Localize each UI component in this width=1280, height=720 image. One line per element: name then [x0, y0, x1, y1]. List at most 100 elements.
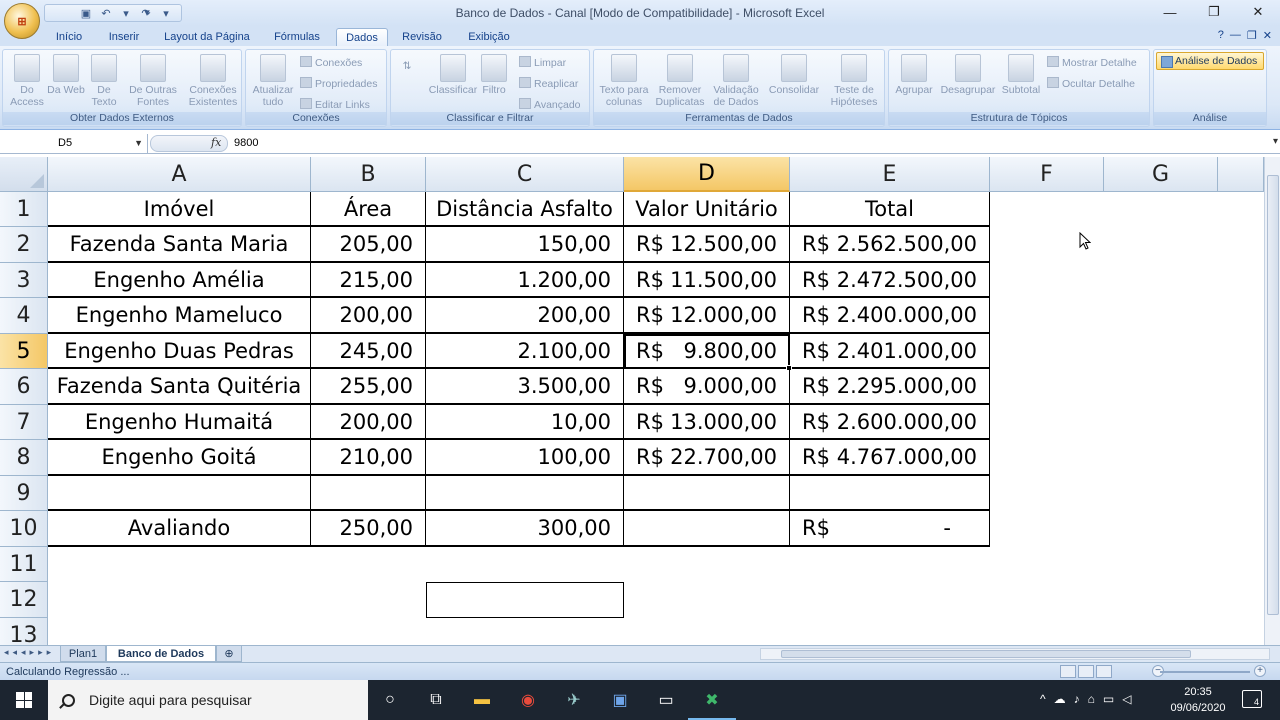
row-header-6[interactable]: 6: [0, 369, 48, 405]
de-texto-button[interactable]: De Texto: [85, 54, 123, 108]
tab-revisao[interactable]: Revisão: [396, 28, 448, 46]
limpar-button[interactable]: Limpar: [519, 55, 566, 71]
page-break-view-icon[interactable]: [1096, 665, 1112, 678]
insert-sheet-icon[interactable]: ⊕: [216, 646, 242, 662]
close-button[interactable]: ✕: [1238, 2, 1278, 22]
cell-c5[interactable]: 2.100,00: [426, 334, 624, 369]
mostrar-detalhe-button[interactable]: Mostrar Detalhe: [1047, 55, 1137, 71]
teste-de-hipoteses-button[interactable]: Teste de Hipóteses: [824, 54, 884, 108]
avancado-button[interactable]: Avançado: [519, 97, 581, 113]
agrupar-button[interactable]: Agrupar: [891, 54, 937, 96]
row-header-10[interactable]: 10: [0, 511, 48, 547]
row-header-7[interactable]: 7: [0, 405, 48, 440]
cell-b10[interactable]: 250,00: [311, 511, 426, 547]
cell-b7[interactable]: 200,00: [311, 405, 426, 440]
cell-d6[interactable]: R$ 9.000,00: [624, 369, 790, 405]
microphone-icon[interactable]: ♪: [1074, 692, 1080, 706]
cell-c7[interactable]: 10,00: [426, 405, 624, 440]
cell-a9[interactable]: [48, 476, 311, 511]
zoom-slider[interactable]: [1160, 671, 1250, 673]
restore-button[interactable]: ❐: [1194, 2, 1234, 22]
cell-a6[interactable]: Fazenda Santa Quitéria: [48, 369, 311, 405]
propriedades-button[interactable]: Propriedades: [300, 76, 377, 92]
row-header-8[interactable]: 8: [0, 440, 48, 476]
cell-a7[interactable]: Engenho Humaitá: [48, 405, 311, 440]
column-header-c[interactable]: C: [426, 157, 624, 192]
filtro-button[interactable]: Filtro: [479, 54, 509, 96]
cell-c8[interactable]: 100,00: [426, 440, 624, 476]
cell-d9[interactable]: [624, 476, 790, 511]
formula-input[interactable]: 9800: [234, 137, 258, 149]
consolidar-button[interactable]: Consolidar: [764, 54, 824, 96]
taskbar-clock[interactable]: 20:35 09/06/2020: [1166, 684, 1230, 716]
select-all-button[interactable]: [0, 157, 48, 192]
minimize-button[interactable]: —: [1150, 2, 1190, 22]
cell-d3[interactable]: R$ 11.500,00: [624, 263, 790, 298]
cell-e8[interactable]: R$ 4.767.000,00: [790, 440, 990, 476]
ribbon-close-icon[interactable]: ✕: [1263, 29, 1272, 42]
start-button[interactable]: [0, 680, 48, 720]
cloud-icon[interactable]: ☁: [1054, 692, 1066, 706]
row-header-5[interactable]: 5: [0, 334, 48, 369]
atualizar-tudo-button[interactable]: Atualizar tudo: [248, 54, 298, 108]
cell-c3[interactable]: 1.200,00: [426, 263, 624, 298]
cell-c12[interactable]: [426, 582, 624, 618]
vertical-scroll-thumb[interactable]: [1267, 175, 1279, 615]
ocultar-detalhe-button[interactable]: Ocultar Detalhe: [1047, 76, 1135, 92]
sheet-tab-plan1[interactable]: Plan1: [60, 646, 106, 662]
conexoes-button[interactable]: Conexões: [300, 55, 362, 71]
cell-c10[interactable]: 300,00: [426, 511, 624, 547]
row-header-12[interactable]: 12: [0, 582, 48, 618]
de-outras-fontes-button[interactable]: De Outras Fontes: [125, 54, 181, 108]
cell-a5[interactable]: Engenho Duas Pedras: [48, 334, 311, 369]
window-app-icon[interactable]: ▭: [654, 688, 678, 712]
cell-c9[interactable]: [426, 476, 624, 511]
file-explorer-icon[interactable]: ▬: [470, 688, 494, 712]
expand-formula-icon[interactable]: ▾: [1273, 136, 1278, 147]
cell-d2[interactable]: R$ 12.500,00: [624, 227, 790, 263]
cell-d8[interactable]: R$ 22.700,00: [624, 440, 790, 476]
cell-e9[interactable]: [790, 476, 990, 511]
insert-function-icon[interactable]: fx: [211, 136, 221, 149]
header-valor-unitario[interactable]: Valor Unitário: [624, 192, 790, 227]
taskbar-search-box[interactable]: Digite aqui para pesquisar: [48, 680, 368, 720]
cell-a3[interactable]: Engenho Amélia: [48, 263, 311, 298]
cell-a8[interactable]: Engenho Goitá: [48, 440, 311, 476]
normal-view-icon[interactable]: [1060, 665, 1076, 678]
help-icon[interactable]: ?: [1218, 29, 1224, 42]
row-header-2[interactable]: 2: [0, 227, 48, 263]
cortana-icon[interactable]: ○: [378, 688, 402, 712]
ribbon-minimize-icon[interactable]: —: [1230, 29, 1241, 42]
cell-c4[interactable]: 200,00: [426, 298, 624, 334]
cell-d7[interactable]: R$ 13.000,00: [624, 405, 790, 440]
ribbon-restore-icon[interactable]: ❐: [1247, 29, 1257, 42]
row-header-4[interactable]: 4: [0, 298, 48, 334]
sheet-navigation-icon[interactable]: ◂◂◂▸▸▸: [4, 647, 55, 658]
cell-a2[interactable]: Fazenda Santa Maria: [48, 227, 311, 263]
horizontal-scroll-thumb[interactable]: [781, 650, 1191, 658]
tab-formulas[interactable]: Fórmulas: [266, 28, 328, 46]
cell-e5[interactable]: R$ 2.401.000,00: [790, 334, 990, 369]
reaplicar-button[interactable]: Reaplicar: [519, 76, 578, 92]
notifications-icon[interactable]: 4: [1242, 690, 1262, 708]
app-icon[interactable]: ✈: [562, 688, 586, 712]
name-box[interactable]: D5 ▼: [0, 134, 148, 153]
excel-taskbar-icon[interactable]: ✖: [688, 688, 736, 720]
column-header-d[interactable]: D: [624, 157, 790, 192]
vertical-scrollbar[interactable]: [1264, 157, 1280, 645]
cell-b2[interactable]: 205,00: [311, 227, 426, 263]
row-header-9[interactable]: 9: [0, 476, 48, 511]
cell-b8[interactable]: 210,00: [311, 440, 426, 476]
cell-b5[interactable]: 245,00: [311, 334, 426, 369]
editar-links-button[interactable]: Editar Links: [300, 97, 370, 113]
row-header-1[interactable]: 1: [0, 192, 48, 227]
sort-az-button[interactable]: ⇅: [395, 60, 419, 72]
cell-b4[interactable]: 200,00: [311, 298, 426, 334]
cell-e6[interactable]: R$ 2.295.000,00: [790, 369, 990, 405]
classificar-button[interactable]: Classificar: [425, 54, 481, 96]
office-button[interactable]: ⊞: [4, 3, 40, 39]
subtotal-button[interactable]: Subtotal: [997, 54, 1045, 96]
row-header-3[interactable]: 3: [0, 263, 48, 298]
cell-c6[interactable]: 3.500,00: [426, 369, 624, 405]
conexoes-existentes-button[interactable]: Conexões Existentes: [185, 54, 241, 108]
